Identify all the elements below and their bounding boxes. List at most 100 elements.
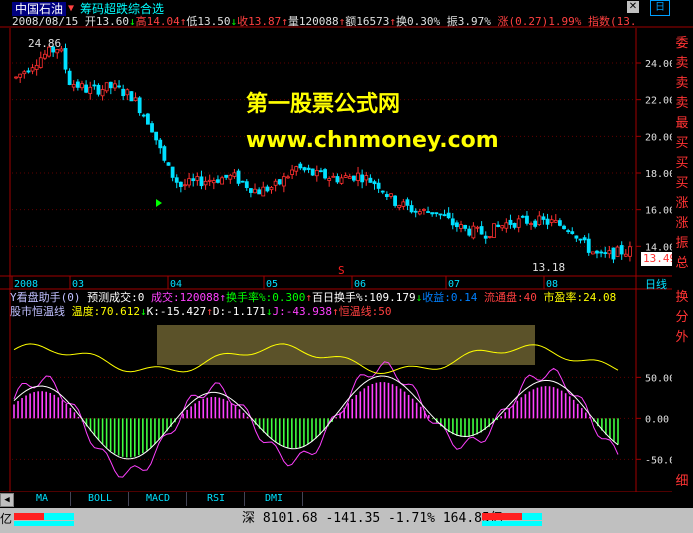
candle-body: [335, 176, 340, 183]
indicator1-segment: ↑: [219, 291, 226, 304]
candle-body: [294, 166, 299, 172]
candle-body: [88, 86, 93, 94]
candle-body: [599, 251, 603, 254]
candle-body: [108, 81, 113, 89]
candle-body: [483, 235, 488, 239]
candle-body: [162, 146, 167, 161]
candle-body: [323, 169, 327, 179]
right-panel-item[interactable]: 分: [672, 308, 692, 328]
candle-body: [376, 182, 381, 189]
right-panel-item[interactable]: 卖: [672, 74, 692, 94]
x-tick-label: 05: [266, 279, 278, 290]
candle-body: [286, 176, 290, 179]
candle-body: [92, 84, 97, 87]
candle-body: [331, 175, 336, 178]
candle-body: [310, 168, 315, 176]
tab-rsi[interactable]: RSI: [188, 492, 245, 506]
chart-canvas[interactable]: 24.0022.0020.0018.0016.0014.00 2008 03 04 0…: [0, 0, 693, 533]
candle-body: [228, 174, 233, 180]
price-tick-label: 24.00: [645, 59, 675, 70]
highlight-box: [157, 325, 535, 365]
candle-body: [203, 180, 208, 186]
right-panel-item[interactable]: 外: [672, 328, 692, 348]
right-panel-item[interactable]: 振: [672, 234, 692, 254]
indicator2-segment: 温度:70.612: [65, 305, 140, 318]
x-tick-label: 03: [72, 279, 84, 290]
candle-body: [351, 175, 356, 181]
status-left-fragment: 亿: [0, 512, 13, 526]
buy-arrow-icon: [156, 199, 162, 207]
candle-body: [537, 215, 542, 225]
candle-body: [372, 181, 377, 185]
candle-body: [265, 186, 270, 192]
candle-body: [117, 85, 121, 88]
tab-ma[interactable]: MA: [14, 492, 71, 506]
candle-body: [216, 179, 220, 183]
indicator2-segment: K:-15.427: [146, 305, 207, 318]
watermark-title: 第一股票公式网: [246, 92, 401, 117]
candle-body: [261, 186, 266, 197]
right-panel-item[interactable]: 卖: [672, 94, 692, 114]
candle-body: [553, 220, 558, 223]
candle-body: [170, 166, 175, 178]
right-panel-item[interactable]: 最: [672, 114, 692, 134]
candle-body: [43, 53, 47, 59]
candle-body: [30, 67, 35, 72]
tab-boll[interactable]: BOLL: [72, 492, 129, 506]
candle-body: [459, 224, 463, 229]
candle-body: [319, 170, 323, 173]
price-tick-label: 16.00: [645, 206, 675, 217]
candle-body: [533, 220, 538, 227]
tab-macd[interactable]: MACD: [130, 492, 187, 506]
candle-body: [520, 215, 525, 218]
candle-body: [273, 180, 278, 186]
candle-body: [623, 253, 628, 257]
right-panel-item[interactable]: 涨: [672, 194, 692, 214]
candle-body: [434, 212, 439, 215]
candle-body: [628, 246, 632, 257]
watermark-url: www.chnmoney.com: [246, 128, 499, 153]
candle-body: [450, 218, 455, 226]
price-tick-label: 22.00: [645, 96, 675, 107]
right-panel-item[interactable]: 委: [672, 34, 692, 54]
candle-body: [211, 180, 216, 184]
right-panel-item[interactable]: 买: [672, 154, 692, 174]
low-label: 13.18: [532, 261, 566, 274]
candle-body: [413, 210, 418, 213]
candle-body: [368, 177, 373, 183]
right-panel-item[interactable]: 买: [672, 134, 692, 154]
tab-dmi[interactable]: DMI: [246, 492, 303, 506]
candle-body: [380, 190, 385, 193]
price-candles: [14, 43, 632, 264]
candle-body: [463, 224, 468, 229]
candle-body: [356, 172, 360, 181]
market-strength-bar-right: [482, 513, 542, 527]
candle-body: [471, 225, 476, 239]
candle-body: [253, 188, 257, 194]
candle-body: [240, 180, 245, 183]
candle-body: [504, 222, 509, 229]
x-tick-label: 04: [170, 279, 182, 290]
index-quote: 深 8101.68 -141.35 -1.71% 164.85亿: [242, 511, 503, 526]
candle-body: [549, 219, 554, 223]
candle-body: [199, 176, 204, 187]
right-panel-item[interactable]: 卖: [672, 54, 692, 74]
candle-body: [158, 139, 163, 149]
right-panel-item[interactable]: 涨: [672, 214, 692, 234]
candle-body: [525, 215, 529, 224]
candle-body: [541, 216, 546, 220]
candle-body: [384, 194, 389, 197]
indicator1-segment: 收益:0.14: [422, 291, 478, 304]
right-panel-item[interactable]: 买: [672, 174, 692, 194]
candle-body: [570, 231, 575, 234]
indicator1-segment: 流通盘:40: [477, 291, 537, 304]
candle-body: [14, 76, 18, 79]
right-panel-item[interactable]: 总: [672, 254, 692, 274]
right-panel-item[interactable]: 换: [672, 288, 692, 308]
right-panel-item[interactable]: 细: [672, 472, 692, 492]
scroll-left-icon[interactable]: ◀: [0, 493, 14, 507]
candle-body: [38, 57, 43, 68]
price-tick-label: 18.00: [645, 169, 675, 180]
candle-body: [67, 70, 72, 85]
candle-body: [302, 167, 307, 171]
